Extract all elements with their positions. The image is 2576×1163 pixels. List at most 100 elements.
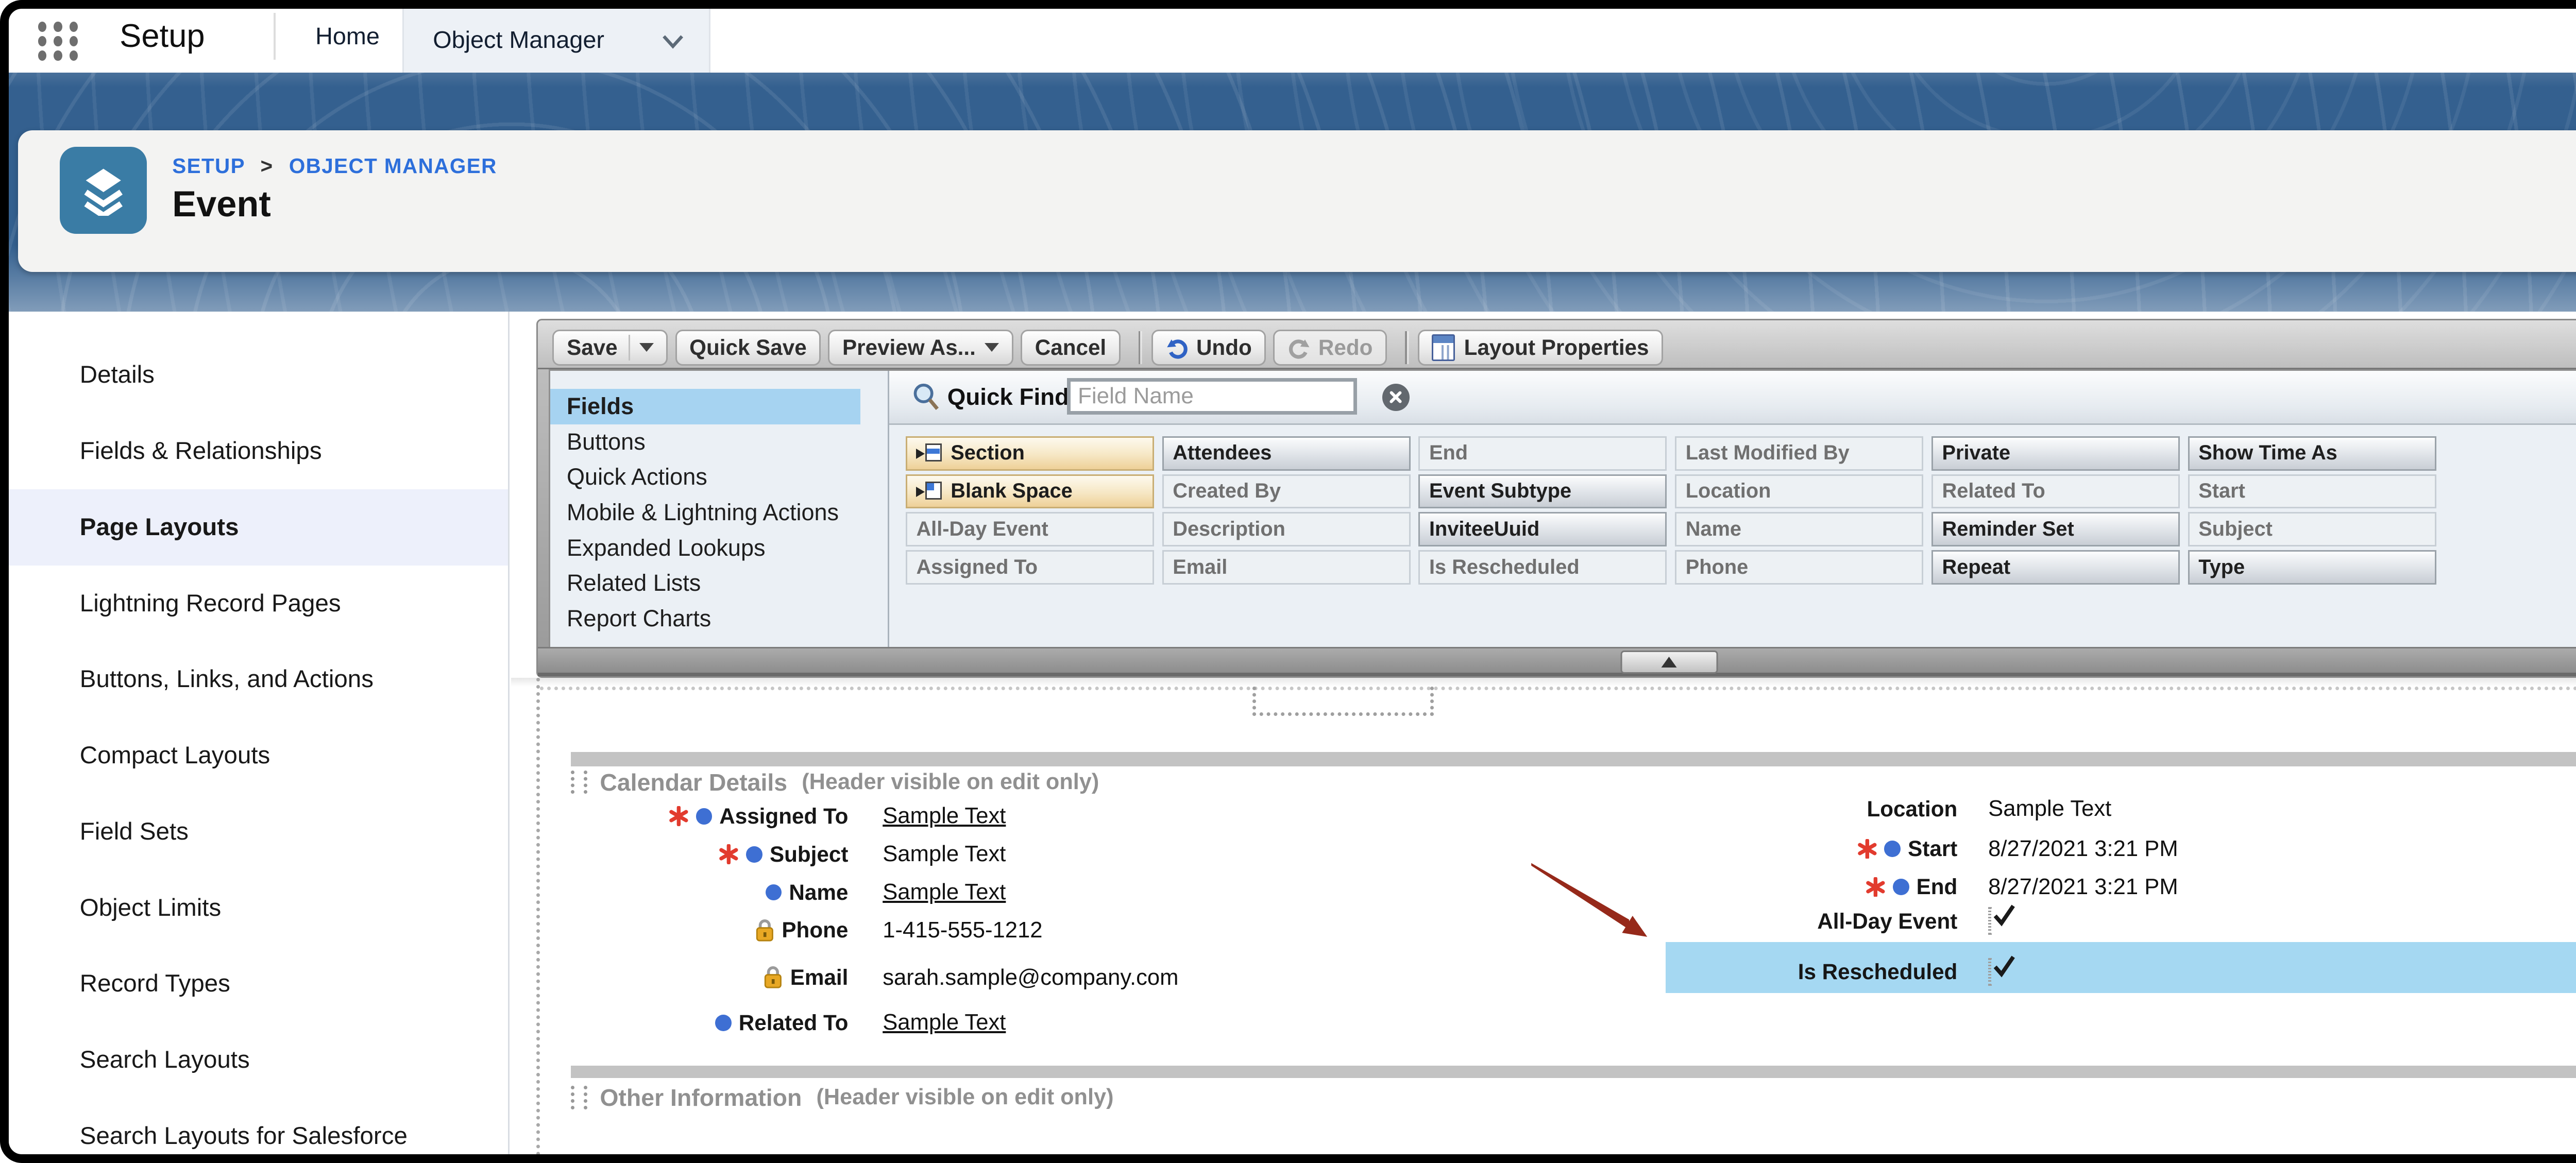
field-row-location[interactable]: Location — [511, 795, 1957, 823]
palette-category-list: Fields Buttons Quick Actions Mobile & Li… — [550, 389, 887, 636]
palette-item-inviteeuuid[interactable]: InviteeUuid — [1418, 512, 1667, 546]
sidebar-item-compact-layouts[interactable]: Compact Layouts — [0, 717, 508, 794]
palette-item-type[interactable]: Type — [2188, 550, 2436, 585]
sidebar-item-record-types[interactable]: Record Types — [0, 946, 508, 1022]
quick-find-bar: Quick Find — [889, 371, 2576, 425]
standard-field-circle-icon — [715, 1015, 732, 1031]
tab-home[interactable]: Home — [290, 0, 405, 73]
layout-properties-icon — [1432, 334, 1455, 361]
palette-category-fields[interactable]: Fields — [550, 389, 860, 424]
sidebar-item-buttons-links-actions[interactable]: Buttons, Links, and Actions — [0, 641, 508, 717]
field-checkbox-all-day-event — [1988, 908, 1991, 935]
palette-item-section[interactable]: Section — [906, 436, 1154, 471]
required-asterisk-icon — [1857, 839, 1877, 859]
palette-category-quick-actions[interactable]: Quick Actions — [550, 459, 887, 495]
checkbox-checked-icon — [1988, 958, 1991, 986]
sidebar-item-lightning-record-pages[interactable]: Lightning Record Pages — [0, 566, 508, 642]
save-menu-caret-icon[interactable] — [639, 343, 654, 352]
breadcrumb-setup-link[interactable]: SETUP — [172, 154, 245, 178]
field-row-is-rescheduled[interactable]: Is Rescheduled — [511, 959, 1957, 986]
global-nav-bar: Setup Home Object Manager — [0, 0, 2576, 74]
preview-as-button[interactable]: Preview As... — [828, 330, 1013, 366]
field-row-end[interactable]: End — [511, 874, 1957, 901]
palette-item-name[interactable]: Name — [1675, 512, 1923, 546]
field-checkbox-is-rescheduled — [1988, 959, 1991, 986]
drag-handle-icon[interactable] — [571, 1086, 587, 1109]
salesforce-setup-window: Setup Home Object Manager SETUP > OBJECT… — [0, 0, 2576, 1163]
palette-category-related-lists[interactable]: Related Lists — [550, 566, 887, 601]
palette-item-private[interactable]: Private — [1931, 436, 2180, 471]
palette-collapse-bar — [538, 647, 2576, 676]
undo-icon — [1165, 336, 1189, 360]
breadcrumb-object-manager-link[interactable]: OBJECT MANAGER — [289, 154, 497, 178]
undo-button[interactable]: Undo — [1151, 330, 1266, 366]
sidebar-item-page-layouts[interactable]: Page Layouts — [0, 489, 508, 566]
palette-item-description[interactable]: Description — [1162, 512, 1411, 546]
palette-item-assigned-to[interactable]: Assigned To — [906, 550, 1154, 585]
palette-item-location[interactable]: Location — [1675, 474, 1923, 509]
palette-item-start[interactable]: Start — [2188, 474, 2436, 509]
palette-item-subject[interactable]: Subject — [2188, 512, 2436, 546]
palette-area: Fields Buttons Quick Actions Mobile & Li… — [549, 369, 2576, 650]
red-annotation-arrow — [1517, 850, 1671, 955]
field-row-related-to[interactable]: Related To — [511, 1009, 848, 1036]
section-header-other-information[interactable]: Other Information (Header visible on edi… — [571, 1084, 1113, 1111]
section-title: Calendar Details — [600, 768, 787, 796]
palette-category-report-charts[interactable]: Report Charts — [550, 601, 887, 637]
tab-object-manager[interactable]: Object Manager — [402, 0, 710, 73]
toolbar-separator — [1405, 331, 1407, 364]
field-value-related-to: Sample Text — [883, 1009, 1006, 1036]
palette-category-buttons[interactable]: Buttons — [550, 424, 887, 460]
palette-item-attendees[interactable]: Attendees — [1162, 436, 1411, 471]
save-button[interactable]: Save — [552, 330, 668, 366]
palette-item-phone[interactable]: Phone — [1675, 550, 1923, 585]
sidebar-item-details[interactable]: Details — [0, 337, 508, 413]
breadcrumb: SETUP > OBJECT MANAGER — [172, 154, 497, 178]
palette-item-blank-space[interactable]: Blank Space — [906, 474, 1154, 509]
object-manager-sidebar: Details Fields & Relationships Page Layo… — [0, 312, 510, 1163]
layout-properties-button[interactable]: Layout Properties — [1418, 330, 1663, 366]
palette-category-mobile-lightning-actions[interactable]: Mobile & Lightning Actions — [550, 495, 887, 531]
palette-item-last-modified-by[interactable]: Last Modified By — [1675, 436, 1923, 471]
search-icon — [911, 382, 942, 413]
field-value-end: 8/27/2021 3:21 PM — [1988, 874, 2178, 901]
sidebar-item-search-layouts[interactable]: Search Layouts — [0, 1022, 508, 1098]
palette-item-is-rescheduled[interactable]: Is Rescheduled — [1418, 550, 1667, 585]
palette-category-expanded-lookups[interactable]: Expanded Lookups — [550, 531, 887, 566]
palette-item-repeat[interactable]: Repeat — [1931, 550, 2180, 585]
palette-item-end[interactable]: End — [1418, 436, 1667, 471]
quick-save-button[interactable]: Quick Save — [675, 330, 821, 366]
palette-collapse-button[interactable] — [1621, 651, 1718, 674]
sidebar-item-fields-relationships[interactable]: Fields & Relationships — [0, 413, 508, 489]
sidebar-list: Details Fields & Relationships Page Layo… — [0, 337, 508, 1163]
palette-item-show-time-as[interactable]: Show Time As — [2188, 436, 2436, 471]
field-row-start[interactable]: Start — [511, 835, 1957, 863]
palette-item-related-to[interactable]: Related To — [1931, 474, 2180, 509]
field-value-start: 8/27/2021 3:21 PM — [1988, 835, 2178, 863]
object-icon — [60, 147, 147, 234]
app-launcher-icon[interactable] — [38, 22, 81, 61]
required-asterisk-icon — [1866, 877, 1886, 897]
drag-handle-icon[interactable] — [571, 771, 587, 794]
palette-item-event-subtype[interactable]: Event Subtype — [1418, 474, 1667, 509]
sidebar-item-object-limits[interactable]: Object Limits — [0, 870, 508, 946]
standard-field-circle-icon — [1893, 879, 1909, 895]
quick-find-input[interactable] — [1067, 378, 1357, 414]
section-title: Other Information — [600, 1084, 802, 1111]
redo-icon — [1287, 336, 1311, 360]
standard-field-circle-icon — [1884, 841, 1901, 857]
field-row-all-day-event[interactable]: All-Day Event — [511, 908, 1957, 935]
field-value-location: Sample Text — [1988, 795, 2111, 823]
triangle-up-icon — [1662, 657, 1677, 668]
clear-search-icon[interactable] — [1382, 384, 1410, 411]
palette-item-email[interactable]: Email — [1162, 550, 1411, 585]
redo-button[interactable]: Redo — [1273, 330, 1387, 366]
palette-item-created-by[interactable]: Created By — [1162, 474, 1411, 509]
section-divider-bar — [571, 1066, 2576, 1079]
palette-item-reminder-set[interactable]: Reminder Set — [1931, 512, 2180, 546]
palette-item-all-day-event[interactable]: All-Day Event — [906, 512, 1154, 546]
section-header-calendar-details[interactable]: Calendar Details (Header visible on edit… — [571, 768, 1099, 796]
sidebar-item-field-sets[interactable]: Field Sets — [0, 794, 508, 870]
sidebar-item-search-layouts-salesforce[interactable]: Search Layouts for Salesforce — [0, 1098, 508, 1163]
cancel-button[interactable]: Cancel — [1021, 330, 1121, 366]
